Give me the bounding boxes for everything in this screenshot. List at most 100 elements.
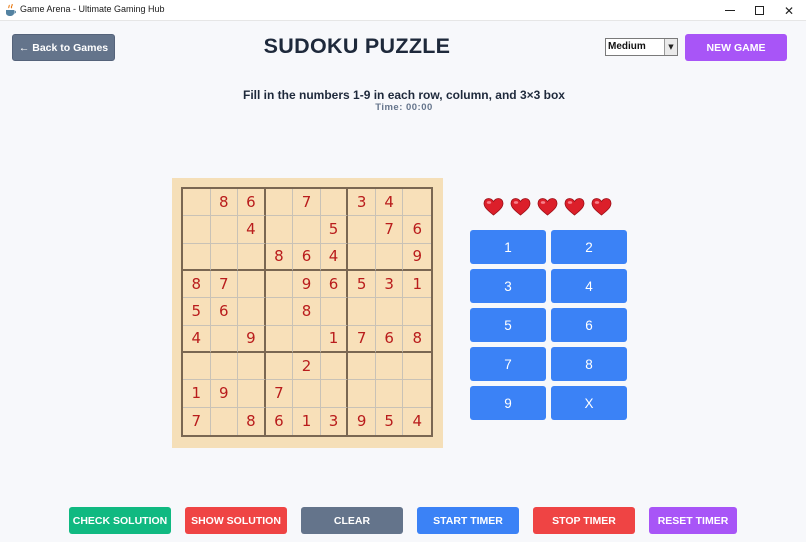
sudoku-cell[interactable]: 3	[375, 271, 404, 299]
new-game-button[interactable]: NEW GAME	[685, 34, 787, 61]
sudoku-cell[interactable]: 7	[210, 271, 239, 299]
sudoku-cell[interactable]: 7	[183, 407, 211, 435]
check-solution-button[interactable]: CHECK SOLUTION	[69, 507, 171, 534]
sudoku-cell[interactable]: 1	[293, 407, 321, 435]
sudoku-cell[interactable]: 6	[293, 243, 321, 271]
sudoku-cell[interactable]	[320, 298, 349, 326]
sudoku-cell[interactable]	[183, 189, 211, 217]
sudoku-cell[interactable]	[320, 189, 349, 217]
sudoku-cell[interactable]: 7	[293, 189, 321, 217]
sudoku-cell[interactable]	[403, 298, 431, 326]
start-timer-button[interactable]: START TIMER	[417, 507, 519, 534]
stop-timer-button[interactable]: STOP TIMER	[533, 507, 635, 534]
sudoku-cell[interactable]: 4	[238, 216, 266, 244]
sudoku-cell[interactable]	[348, 298, 376, 326]
clear-button[interactable]: CLEAR	[301, 507, 403, 534]
sudoku-cell[interactable]: 8	[403, 325, 431, 353]
sudoku-cell[interactable]	[293, 216, 321, 244]
reset-timer-button[interactable]: RESET TIMER	[649, 507, 737, 534]
sudoku-cell[interactable]: 7	[348, 325, 376, 353]
difficulty-select[interactable]: Medium ▼	[605, 38, 678, 56]
sudoku-cell[interactable]: 9	[403, 243, 431, 271]
show-solution-button[interactable]: SHOW SOLUTION	[185, 507, 287, 534]
sudoku-cell[interactable]	[403, 380, 431, 408]
sudoku-cell[interactable]	[183, 216, 211, 244]
sudoku-cell[interactable]: 8	[183, 271, 211, 299]
number-button-6[interactable]: 6	[551, 308, 627, 342]
sudoku-cell[interactable]: 1	[403, 271, 431, 299]
sudoku-cell[interactable]: 6	[403, 216, 431, 244]
sudoku-cell[interactable]	[265, 353, 294, 381]
sudoku-cell[interactable]: 6	[320, 271, 349, 299]
sudoku-cell[interactable]: 5	[375, 407, 404, 435]
sudoku-cell[interactable]	[293, 380, 321, 408]
sudoku-cell[interactable]: 9	[293, 271, 321, 299]
sudoku-cell[interactable]	[238, 298, 266, 326]
sudoku-cell[interactable]: 4	[403, 407, 431, 435]
sudoku-cell[interactable]	[403, 189, 431, 217]
sudoku-cell[interactable]	[293, 325, 321, 353]
sudoku-cell[interactable]	[238, 243, 266, 271]
sudoku-cell[interactable]	[320, 380, 349, 408]
sudoku-cell[interactable]: 5	[183, 298, 211, 326]
sudoku-cell[interactable]: 3	[348, 189, 376, 217]
sudoku-cell[interactable]	[348, 216, 376, 244]
sudoku-cell[interactable]: 3	[320, 407, 349, 435]
sudoku-cell[interactable]	[238, 353, 266, 381]
number-button-8[interactable]: 8	[551, 347, 627, 381]
sudoku-cell[interactable]	[265, 271, 294, 299]
number-button-3[interactable]: 3	[470, 269, 546, 303]
sudoku-cell[interactable]: 9	[238, 325, 266, 353]
back-to-games-button[interactable]: ← Back to Games	[12, 34, 115, 61]
chevron-down-icon[interactable]: ▼	[664, 39, 677, 55]
sudoku-cell[interactable]	[375, 353, 404, 381]
sudoku-cell[interactable]: 9	[210, 380, 239, 408]
sudoku-cell[interactable]: 4	[320, 243, 349, 271]
maximize-icon[interactable]	[744, 0, 774, 21]
sudoku-cell[interactable]	[375, 243, 404, 271]
sudoku-cell[interactable]: 4	[375, 189, 404, 217]
number-button-2[interactable]: 2	[551, 230, 627, 264]
close-icon[interactable]: ✕	[774, 0, 804, 21]
sudoku-cell[interactable]: 5	[348, 271, 376, 299]
sudoku-cell[interactable]	[320, 353, 349, 381]
number-button-5[interactable]: 5	[470, 308, 546, 342]
sudoku-cell[interactable]	[375, 298, 404, 326]
sudoku-cell[interactable]: 4	[183, 325, 211, 353]
number-button-1[interactable]: 1	[470, 230, 546, 264]
sudoku-cell[interactable]	[265, 216, 294, 244]
sudoku-cell[interactable]: 8	[210, 189, 239, 217]
minimize-icon[interactable]	[715, 0, 745, 21]
sudoku-cell[interactable]	[265, 325, 294, 353]
sudoku-cell[interactable]	[403, 353, 431, 381]
sudoku-cell[interactable]: 8	[265, 243, 294, 271]
sudoku-cell[interactable]	[348, 353, 376, 381]
sudoku-cell[interactable]	[210, 243, 239, 271]
sudoku-cell[interactable]: 6	[238, 189, 266, 217]
sudoku-cell[interactable]: 7	[265, 380, 294, 408]
sudoku-cell[interactable]: 5	[320, 216, 349, 244]
sudoku-cell[interactable]: 7	[375, 216, 404, 244]
sudoku-cell[interactable]: 8	[238, 407, 266, 435]
sudoku-cell[interactable]	[210, 325, 239, 353]
number-button-7[interactable]: 7	[470, 347, 546, 381]
sudoku-cell[interactable]	[375, 380, 404, 408]
sudoku-cell[interactable]	[210, 216, 239, 244]
sudoku-cell[interactable]: 6	[265, 407, 294, 435]
sudoku-cell[interactable]: 2	[293, 353, 321, 381]
sudoku-cell[interactable]: 1	[320, 325, 349, 353]
number-button-4[interactable]: 4	[551, 269, 627, 303]
sudoku-cell[interactable]	[183, 243, 211, 271]
sudoku-cell[interactable]	[265, 298, 294, 326]
sudoku-cell[interactable]	[210, 407, 239, 435]
sudoku-cell[interactable]	[348, 380, 376, 408]
number-button-9[interactable]: 9	[470, 386, 546, 420]
sudoku-cell[interactable]: 1	[183, 380, 211, 408]
sudoku-cell[interactable]	[348, 243, 376, 271]
sudoku-cell[interactable]	[238, 380, 266, 408]
sudoku-cell[interactable]: 8	[293, 298, 321, 326]
sudoku-cell[interactable]	[238, 271, 266, 299]
sudoku-cell[interactable]	[183, 353, 211, 381]
sudoku-cell[interactable]	[265, 189, 294, 217]
erase-button[interactable]: X	[551, 386, 627, 420]
